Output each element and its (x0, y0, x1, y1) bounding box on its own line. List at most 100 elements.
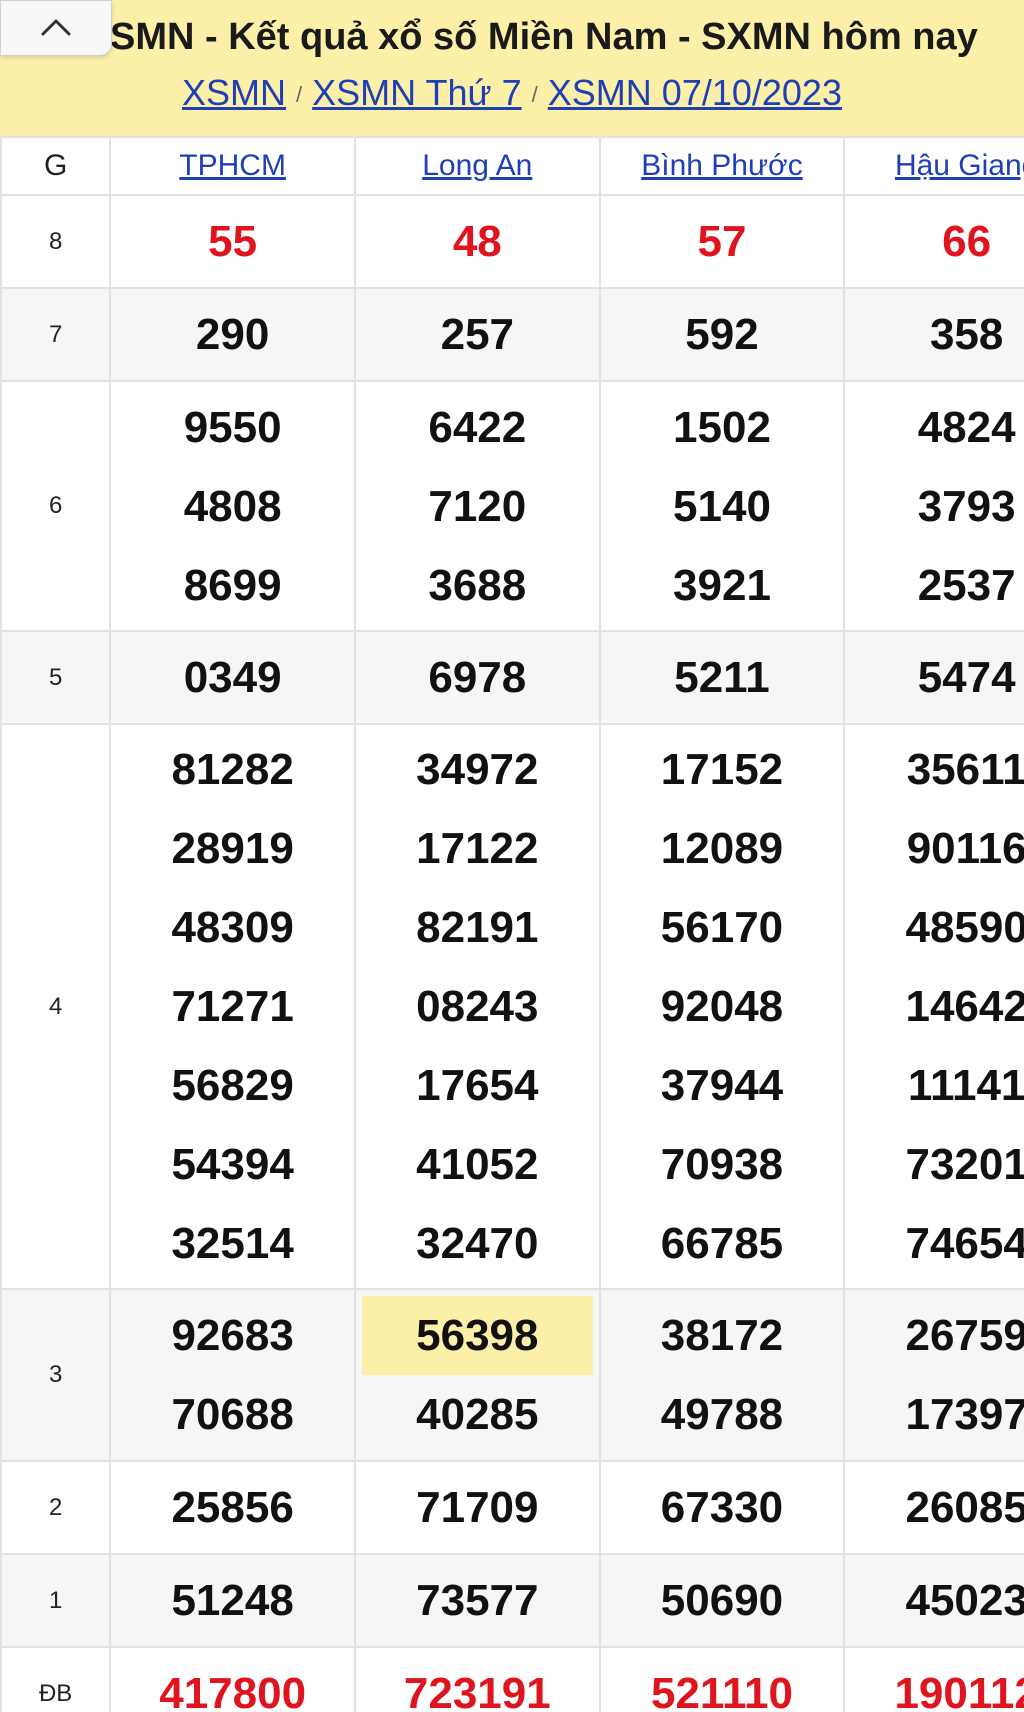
result-number: 08243 (416, 982, 539, 1031)
result-cell: 81282 28919 48309 71271 56829 54394 32514 (109, 723, 356, 1290)
result-number: 48 (452, 217, 502, 266)
prize-row-g1: 1 51248 73577 50690 45023 (0, 1553, 1024, 1648)
province-link-binh-phuoc[interactable]: Bình Phước (641, 149, 803, 182)
result-number: 41052 (416, 1140, 539, 1189)
result-number: 50690 (660, 1576, 784, 1625)
prize-label: 5 (0, 630, 112, 725)
result-number: 358 (929, 310, 1004, 359)
result-number: 56170 (660, 903, 784, 952)
result-cell: 48 (353, 194, 601, 289)
result-cell: 26085 (843, 1460, 1024, 1555)
breadcrumb-xsmn-link[interactable]: XSMN (182, 72, 286, 113)
province-link-long-an[interactable]: Long An (422, 149, 532, 182)
prize-label: 1 (0, 1553, 112, 1648)
result-cell: 1502 5140 3921 (598, 380, 846, 632)
result-cell: 290 (109, 287, 356, 382)
result-number: 57 (697, 217, 747, 266)
result-cell: 0349 (109, 630, 356, 725)
result-cell: 358 (843, 287, 1024, 382)
prize-label: 7 (0, 287, 112, 382)
result-cell: 417800 (109, 1646, 356, 1712)
breadcrumb: XSMN / XSMN Thứ 7 / XSMN 07/10/2023 (0, 72, 1024, 114)
scroll-top-button[interactable] (0, 0, 112, 56)
result-number: 55 (208, 217, 258, 266)
result-number: 74654 (905, 1219, 1024, 1268)
breadcrumb-xsmn-date-link[interactable]: XSMN 07/10/2023 (548, 72, 842, 113)
result-number: 67330 (660, 1483, 784, 1532)
result-number: 56829 (171, 1061, 294, 1110)
page-header: SMN - Kết quả xổ số Miền Nam - SXMN hôm … (0, 0, 1024, 138)
result-cell: 25856 (109, 1460, 356, 1555)
result-number: 3921 (673, 560, 771, 610)
result-number: 521110 (650, 1669, 793, 1712)
prize-label: 6 (0, 380, 112, 632)
result-number: 17397 (905, 1390, 1024, 1439)
breadcrumb-separator: / (296, 82, 303, 108)
province-header: TPHCM (109, 136, 356, 196)
result-number: 592 (685, 310, 759, 359)
result-number: 35611 (906, 745, 1024, 794)
result-cell: 6422 7120 3688 (353, 380, 601, 632)
result-number: 190112 (894, 1669, 1024, 1712)
result-cell: 5474 (843, 630, 1024, 725)
result-number: 6978 (428, 653, 527, 702)
result-number: 5474 (917, 653, 1016, 702)
result-number: 723191 (403, 1669, 551, 1712)
result-cell: 4824 3793 2537 (843, 380, 1024, 632)
result-cell: 56398 40285 (353, 1288, 601, 1462)
result-number: 37944 (660, 1061, 784, 1110)
result-number: 51248 (171, 1576, 294, 1625)
result-number: 9550 (183, 402, 282, 452)
result-number: 17122 (416, 824, 539, 873)
result-cell: 34972 17122 82191 08243 17654 41052 32470 (353, 723, 601, 1290)
result-number: 3793 (917, 481, 1016, 531)
prize-row-g2: 2 25856 71709 67330 26085 (0, 1460, 1024, 1555)
result-number: 45023 (905, 1576, 1024, 1625)
result-cell: 45023 (843, 1553, 1024, 1648)
province-link-hau-giang[interactable]: Hậu Giang (895, 149, 1024, 182)
result-cell: 6978 (353, 630, 601, 725)
result-number: 32514 (171, 1219, 294, 1268)
result-cell: 55 (109, 194, 356, 289)
result-number: 70688 (171, 1390, 294, 1439)
province-link-tphcm[interactable]: TPHCM (179, 149, 286, 182)
prize-label: 2 (0, 1460, 112, 1555)
prize-row-g7: 7 290 257 592 358 (0, 287, 1024, 382)
result-number: 5211 (674, 653, 770, 702)
chevron-up-icon (41, 19, 71, 36)
result-number: 40285 (416, 1390, 539, 1439)
province-header: Bình Phước (598, 136, 846, 196)
result-number: 0349 (183, 653, 282, 702)
result-number: 28919 (171, 824, 294, 873)
result-cell: 26759 17397 (843, 1288, 1024, 1462)
province-header: Long An (353, 136, 601, 196)
result-number: 5140 (673, 481, 771, 531)
result-number: 2537 (917, 560, 1016, 610)
result-cell: 521110 (598, 1646, 846, 1712)
result-cell: 51248 (109, 1553, 356, 1648)
result-cell: 92683 70688 (109, 1288, 356, 1462)
breadcrumb-separator: / (531, 82, 538, 108)
result-cell: 66 (843, 194, 1024, 289)
result-number: 38172 (660, 1311, 784, 1360)
prize-row-g8: 8 55 48 57 66 (0, 194, 1024, 289)
result-number: 92683 (171, 1311, 294, 1360)
result-cell: 73577 (353, 1553, 601, 1648)
highlighted-result-number: 56398 (361, 1296, 593, 1375)
page-title: SMN - Kết quả xổ số Miền Nam - SXMN hôm … (110, 16, 978, 58)
result-number: 17152 (660, 745, 784, 794)
result-number: 257 (440, 310, 515, 359)
result-cell: 50690 (598, 1553, 846, 1648)
breadcrumb-xsmn-thu-7-link[interactable]: XSMN Thứ 7 (312, 72, 522, 113)
result-number: 1502 (673, 402, 771, 452)
result-cell: 17152 12089 56170 92048 37944 70938 66785 (598, 723, 846, 1290)
result-number: 4808 (183, 481, 282, 531)
result-number: 66 (942, 217, 992, 266)
result-cell: 67330 (598, 1460, 846, 1555)
result-number: 3688 (428, 560, 527, 610)
prize-row-g3: 3 92683 70688 56398 40285 38172 49788 26759 1739… (0, 1288, 1024, 1462)
result-number: 4824 (917, 402, 1016, 452)
result-number: 26759 (905, 1311, 1024, 1360)
result-number: 6422 (428, 402, 527, 452)
result-number: 32470 (416, 1219, 539, 1268)
